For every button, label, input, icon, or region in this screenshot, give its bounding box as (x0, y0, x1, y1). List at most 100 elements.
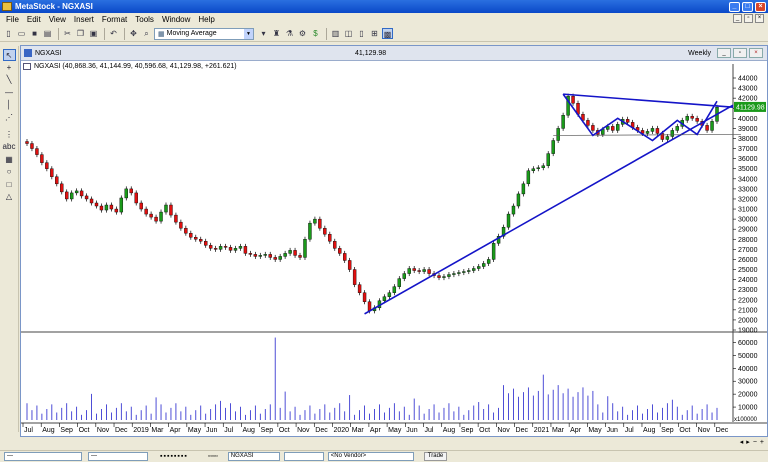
candle (511, 205, 516, 215)
vendor-combo[interactable]: <No Vendor> (327, 452, 414, 461)
candle (357, 284, 362, 293)
legend-text: NGXASI (40,868.36, 41,144.99, 40,596.68,… (34, 63, 237, 70)
menu-format[interactable]: Format (98, 15, 131, 24)
scroll-left-end-icon[interactable]: ◂ (740, 438, 744, 446)
zoom-in-icon[interactable]: + (760, 439, 764, 446)
copy-icon[interactable]: ❐ (75, 28, 86, 39)
trendline-icon[interactable]: ╲ (3, 74, 16, 86)
tool-gap (3, 124, 16, 128)
close-button[interactable]: × (755, 1, 766, 12)
support-trendline[interactable] (364, 104, 734, 315)
date-tick-label: Oct (679, 427, 690, 434)
expert-icon[interactable]: ♜ (271, 28, 282, 39)
cut-icon[interactable]: ✂ (62, 28, 73, 39)
layer-icons[interactable]: ▫▫▫▫ (208, 453, 218, 460)
candle (392, 286, 397, 293)
maximize-button[interactable]: □ (742, 1, 753, 12)
candle (342, 253, 347, 261)
zoom-icon[interactable]: ⌕ (141, 28, 152, 39)
candle (472, 268, 476, 271)
candle (293, 250, 297, 256)
candle (208, 245, 213, 249)
chart-minimize-button[interactable]: _ (717, 48, 731, 58)
price-tick-label: 35000 (738, 166, 758, 173)
text-tool-icon[interactable]: abc (3, 141, 16, 153)
candle (204, 241, 208, 246)
menu-view[interactable]: View (45, 15, 70, 24)
trade-button[interactable]: Trade (423, 452, 448, 461)
pointer-icon[interactable]: ↖ (2, 49, 16, 61)
date-tick-label: Apr (370, 427, 382, 434)
mdi-restore-button[interactable]: ▫ (744, 14, 753, 23)
menu-window[interactable]: Window (158, 15, 194, 24)
date-tick-label: 2019 (133, 427, 149, 434)
candle (506, 213, 511, 228)
pattern-zigzag[interactable] (562, 93, 718, 142)
price-tick-label: 32000 (738, 196, 758, 203)
print-icon[interactable]: ▤ (42, 28, 53, 39)
tile-icon[interactable]: ▥ (330, 28, 341, 39)
rectangle-tool-icon[interactable]: □ (3, 179, 16, 191)
volume-tick-label: 60000 (738, 340, 758, 347)
chart-icon[interactable]: ▩ (382, 28, 393, 39)
paste-icon[interactable]: ▣ (88, 28, 99, 39)
menu-tools[interactable]: Tools (131, 15, 158, 24)
candle (625, 119, 630, 123)
crosshair-tool-icon[interactable]: + (3, 62, 16, 74)
indicator-combo[interactable]: ▦ Moving Average ▼ (154, 27, 254, 40)
crosshair-icon[interactable]: ✥ (128, 28, 139, 39)
menu-edit[interactable]: Edit (23, 15, 45, 24)
cycles-icon[interactable]: ⋮ (3, 129, 16, 141)
date-tick-label: Sep (60, 427, 73, 434)
mdi-minimize-button[interactable]: _ (733, 14, 742, 23)
undo-icon[interactable]: ↶ (108, 28, 119, 39)
candle (303, 239, 307, 258)
security-combo[interactable]: NGXASI (227, 452, 280, 461)
open-icon[interactable]: ▭ (16, 28, 27, 39)
system-tester-icon[interactable]: ⚙ (297, 28, 308, 39)
save-icon[interactable]: ■ (29, 28, 40, 39)
chart-window[interactable]: 4400043000420004100040000390003800037000… (20, 45, 768, 437)
menu-file[interactable]: File (2, 15, 23, 24)
line-style-combo[interactable]: — (4, 452, 82, 461)
price-tick-label: 43000 (738, 86, 758, 93)
chevron-down-icon[interactable]: ▼ (244, 28, 253, 39)
indicator-builder-icon[interactable]: ▾ (258, 28, 269, 39)
mdi-close-button[interactable]: × (755, 14, 764, 23)
candle (670, 130, 675, 137)
line-weight-combo[interactable]: — (88, 452, 148, 461)
new-icon[interactable]: ▯ (3, 28, 14, 39)
chart-restore-button[interactable]: ▫ (733, 48, 747, 58)
cascade-icon[interactable]: ◫ (343, 28, 354, 39)
resistance-trendline[interactable] (563, 93, 734, 109)
layout-icon[interactable]: ▯ (356, 28, 367, 39)
explorer-icon[interactable]: ⚗ (284, 28, 295, 39)
price-tick-label: 20000 (738, 317, 758, 324)
candle (541, 165, 545, 168)
minimize-button[interactable]: _ (729, 1, 740, 12)
vertical-line-icon[interactable]: │ (3, 99, 16, 111)
menu-insert[interactable]: Insert (70, 15, 98, 24)
candle (546, 153, 550, 166)
horizontal-line-icon[interactable]: — (3, 87, 16, 99)
blank-combo[interactable] (283, 452, 324, 461)
fibonacci-icon[interactable]: ⋰ (3, 112, 16, 124)
color-palette[interactable]: ▪▪▪▪▪▪▪▪ (160, 453, 188, 460)
zoom-out-icon[interactable]: − (753, 439, 757, 446)
dollar-icon[interactable]: $ (310, 28, 321, 39)
grid-icon[interactable]: ⊞ (369, 28, 380, 39)
grid-tool-icon[interactable]: ▦ (3, 154, 16, 166)
ellipse-tool-icon[interactable]: ○ (3, 166, 16, 178)
scroll-right-icon[interactable]: ▸ (746, 438, 750, 446)
price-legend[interactable]: NGXASI (40,868.36, 41,144.99, 40,596.68,… (23, 63, 237, 70)
price-tick-label: 33000 (738, 186, 758, 193)
main-toolbar: ▯ ▭ ■ ▤ ✂ ❐ ▣ ↶ ✥ ⌕ ▦ Moving Average ▼ ▾… (0, 26, 768, 42)
chart-close-button[interactable]: × (749, 48, 763, 58)
neckline[interactable] (553, 134, 742, 136)
candle (442, 276, 446, 278)
menu-help[interactable]: Help (194, 15, 218, 24)
price-tick-label: 19000 (738, 328, 758, 335)
chart-canvas[interactable]: 4400043000420004100040000390003800037000… (21, 46, 767, 436)
triangle-tool-icon[interactable]: △ (3, 191, 16, 203)
last-price-tag-label: 41129.98 (736, 104, 765, 111)
